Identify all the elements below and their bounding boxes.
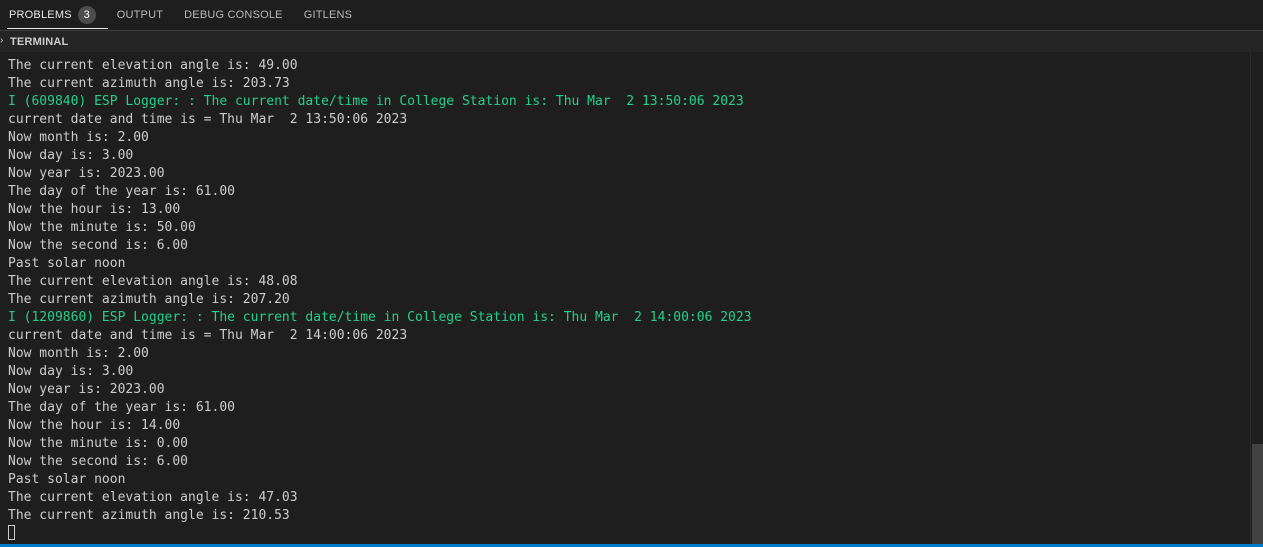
terminal-line: current date and time is = Thu Mar 2 14:… <box>8 328 408 343</box>
terminal-line: Now the hour is: 14.00 <box>8 418 181 433</box>
tab-problems-label: PROBLEMS <box>9 9 72 21</box>
terminal-line: The current elevation angle is: 47.03 <box>8 490 298 505</box>
terminal-section-title: TERMINAL <box>10 35 69 48</box>
scrollbar-thumb[interactable] <box>1252 444 1263 544</box>
terminal-line: Now the hour is: 13.00 <box>8 202 181 217</box>
terminal-line: Now year is: 2023.00 <box>8 382 165 397</box>
terminal-line: Now day is: 3.00 <box>8 364 134 379</box>
terminal-line: Past solar noon <box>8 472 126 487</box>
terminal-line: Now the minute is: 0.00 <box>8 436 189 451</box>
tab-gitlens-label: GITLENS <box>303 9 353 21</box>
tab-output-label: OUTPUT <box>116 9 164 21</box>
terminal-line: The current elevation angle is: 49.00 <box>8 58 298 73</box>
terminal-output[interactable]: The current elevation angle is: 49.00 The… <box>0 52 1250 544</box>
terminal-line: Now month is: 2.00 <box>8 130 149 145</box>
terminal-line: Now the minute is: 50.00 <box>8 220 196 235</box>
terminal-line: I (1209860) ESP Logger: : The current da… <box>8 310 752 325</box>
terminal-line: Past solar noon <box>8 256 126 271</box>
terminal-line: Now day is: 3.00 <box>8 148 134 163</box>
terminal-line: The day of the year is: 61.00 <box>8 400 235 415</box>
terminal-line: Now month is: 2.00 <box>8 346 149 361</box>
terminal-scrollbar[interactable] <box>1250 52 1263 544</box>
terminal-line: current date and time is = Thu Mar 2 13:… <box>8 112 408 127</box>
terminal-section-header[interactable]: › TERMINAL <box>0 30 1263 52</box>
chevron-down-icon[interactable]: › <box>0 35 10 46</box>
terminal-line: The day of the year is: 61.00 <box>8 184 235 199</box>
terminal-line: The current azimuth angle is: 207.20 <box>8 292 290 307</box>
tab-problems[interactable]: PROBLEMS 3 <box>0 0 108 30</box>
problems-count-badge: 3 <box>77 6 96 24</box>
terminal-cursor <box>8 525 15 540</box>
tab-debug-console[interactable]: DEBUG CONSOLE <box>175 0 295 30</box>
vscode-panel: PROBLEMS 3 OUTPUT DEBUG CONSOLE GITLENS … <box>0 0 1263 547</box>
terminal-line: The current elevation angle is: 48.08 <box>8 274 298 289</box>
tab-gitlens[interactable]: GITLENS <box>295 0 364 30</box>
terminal-line: I (609840) ESP Logger: : The current dat… <box>8 94 744 109</box>
terminal-line: The current azimuth angle is: 210.53 <box>8 508 290 523</box>
terminal-lines: The current elevation angle is: 49.00 The… <box>8 57 752 543</box>
tab-output[interactable]: OUTPUT <box>108 0 175 30</box>
terminal-line: Now the second is: 6.00 <box>8 454 189 469</box>
terminal-prompt-line[interactable] <box>8 525 752 543</box>
terminal-line: The current azimuth angle is: 203.73 <box>8 76 290 91</box>
terminal-line: Now the second is: 6.00 <box>8 238 189 253</box>
tab-debug-console-label: DEBUG CONSOLE <box>184 9 283 21</box>
panel-tab-bar: PROBLEMS 3 OUTPUT DEBUG CONSOLE GITLENS <box>0 0 1263 30</box>
terminal-line: Now year is: 2023.00 <box>8 166 165 181</box>
